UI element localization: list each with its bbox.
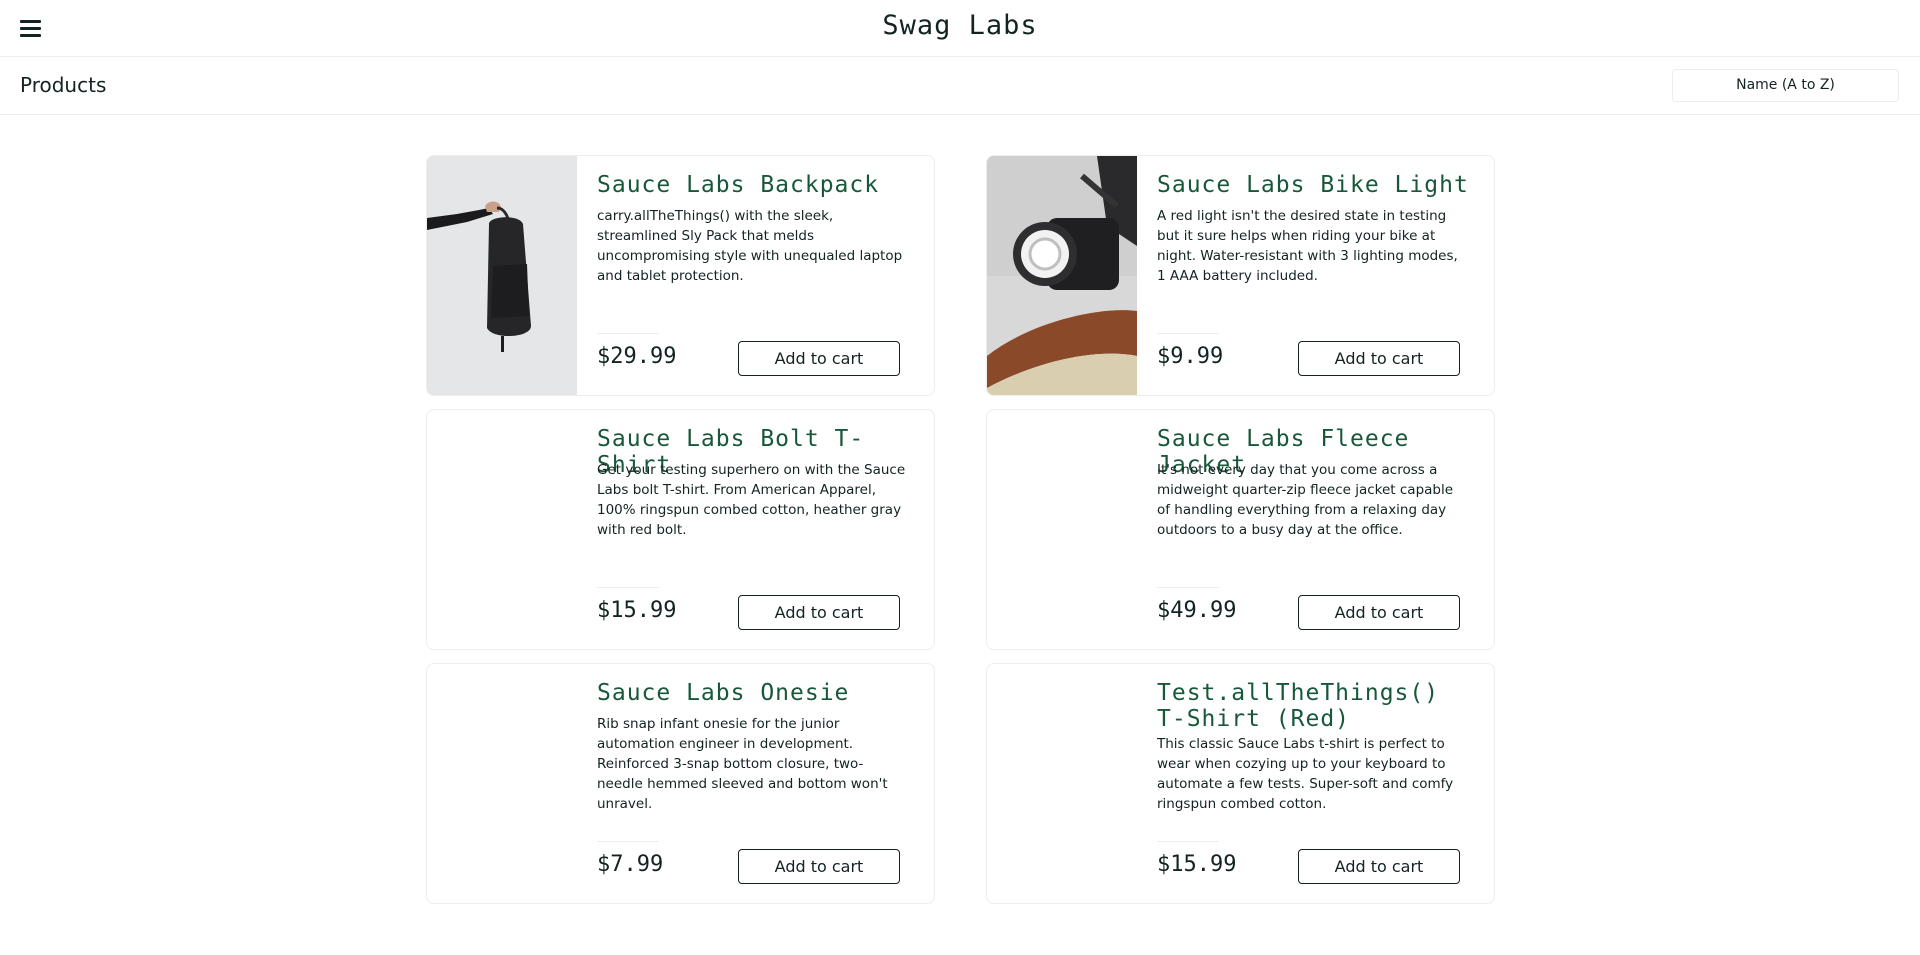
product-price: $15.99 xyxy=(597,598,677,623)
product-price: $15.99 xyxy=(1157,852,1237,877)
inventory-item: Sauce Labs Fleece Jacket It's not every … xyxy=(986,409,1495,650)
inventory-item: Sauce Labs Bike Light A red light isn't … xyxy=(986,155,1495,396)
product-name[interactable]: Sauce Labs Onesie xyxy=(597,680,917,706)
add-to-cart-button[interactable]: Add to cart xyxy=(738,595,900,630)
product-description: Get your testing superhero on with the S… xyxy=(597,462,906,538)
add-to-cart-button[interactable]: Add to cart xyxy=(1298,341,1460,376)
bolt-tshirt-image[interactable] xyxy=(427,410,577,649)
product-name[interactable]: Test.allTheThings() T-Shirt (Red) xyxy=(1157,680,1477,732)
product-name[interactable]: Sauce Labs Bike Light xyxy=(1157,172,1477,198)
secondary-header: Products Name (A to Z) xyxy=(0,57,1920,115)
divider xyxy=(1157,841,1219,842)
product-description: This classic Sauce Labs t-shirt is perfe… xyxy=(1157,736,1454,812)
add-to-cart-button[interactable]: Add to cart xyxy=(738,849,900,884)
bike-light-image[interactable] xyxy=(987,156,1137,395)
page-title: Products xyxy=(20,73,107,97)
add-to-cart-button[interactable]: Add to cart xyxy=(1298,595,1460,630)
backpack-image[interactable] xyxy=(427,156,577,395)
product-price: $49.99 xyxy=(1157,598,1237,623)
divider xyxy=(1157,333,1219,334)
inventory-item: Sauce Labs Onesie Rib snap infant onesie… xyxy=(426,663,935,904)
divider xyxy=(597,333,659,334)
divider xyxy=(597,587,659,588)
add-to-cart-button[interactable]: Add to cart xyxy=(738,341,900,376)
product-price: $29.99 xyxy=(597,344,677,369)
divider xyxy=(597,841,659,842)
product-description: A red light isn't the desired state in t… xyxy=(1157,208,1458,284)
app-logo: Swag Labs xyxy=(882,10,1038,41)
red-tshirt-image[interactable] xyxy=(987,664,1137,903)
inventory-item: Test.allTheThings() T-Shirt (Red) This c… xyxy=(986,663,1495,904)
primary-header: Swag Labs xyxy=(0,0,1920,57)
product-description: It's not every day that you come across … xyxy=(1157,462,1454,538)
product-price: $9.99 xyxy=(1157,344,1224,369)
sort-dropdown[interactable]: Name (A to Z) xyxy=(1672,69,1899,102)
product-description: Rib snap infant onesie for the junior au… xyxy=(597,716,888,812)
product-description: carry.allTheThings() with the sleek, str… xyxy=(597,208,903,284)
product-name[interactable]: Sauce Labs Backpack xyxy=(597,172,917,198)
fleece-jacket-image[interactable] xyxy=(987,410,1137,649)
product-price: $7.99 xyxy=(597,852,664,877)
inventory-item: Sauce Labs Backpack carry.allTheThings()… xyxy=(426,155,935,396)
divider xyxy=(1157,587,1219,588)
add-to-cart-button[interactable]: Add to cart xyxy=(1298,849,1460,884)
inventory-item: Sauce Labs Bolt T-Shirt Get your testing… xyxy=(426,409,935,650)
onesie-image[interactable] xyxy=(427,664,577,903)
